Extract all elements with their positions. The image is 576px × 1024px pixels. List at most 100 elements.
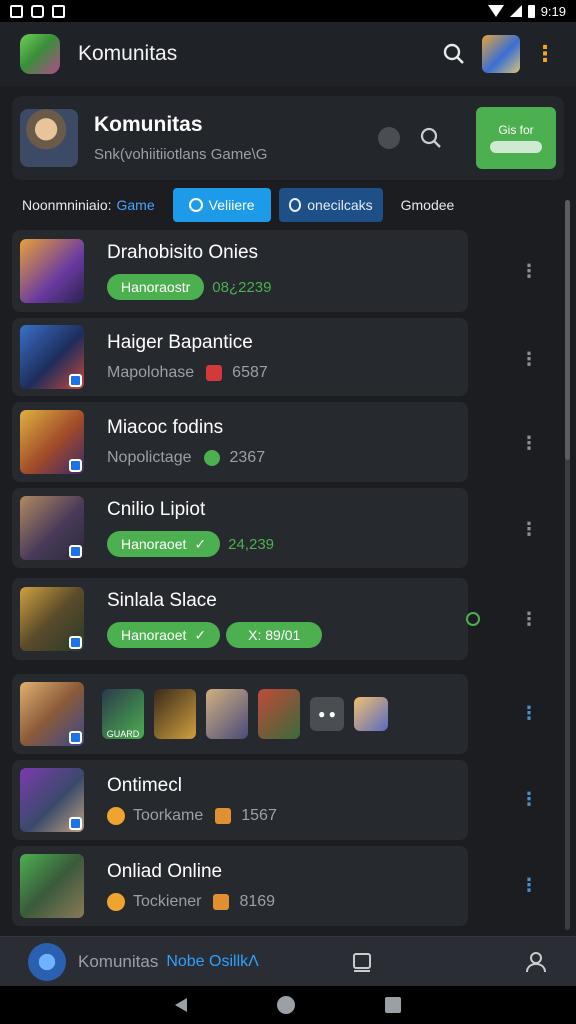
gem-icon: [215, 808, 232, 824]
item-menu-icon[interactable]: ⋮: [520, 520, 538, 538]
game-mini-thumb[interactable]: [206, 689, 248, 739]
game-thumbnail: [20, 854, 84, 918]
tab-veliiere-label: Veliiere: [208, 197, 255, 213]
item-title: Cnilio Lipiot: [107, 499, 206, 520]
search-icon: [188, 198, 203, 212]
badge-icon: [69, 545, 82, 558]
dice-icon: [206, 365, 223, 381]
tab-label-highlight: Game: [116, 197, 155, 213]
tab-veliiere[interactable]: Veliiere: [172, 188, 271, 222]
search-icon[interactable]: [436, 36, 472, 72]
item-menu-icon[interactable]: ⋮: [520, 350, 538, 368]
home-icon[interactable]: [277, 996, 295, 1014]
mini-thumb-label: GUARD: [106, 729, 140, 739]
battery-icon: [527, 4, 535, 18]
list-item[interactable]: Sinlala Slace Hanoraoet ✓ X: 89/01 ⋮: [12, 578, 538, 660]
check-icon: [203, 450, 220, 466]
game-thumbnail: [20, 587, 84, 651]
filter-tabs: Noonmniniaio: Game Veliiere onecilcaks G…: [12, 186, 564, 224]
recent-apps-icon[interactable]: [385, 997, 401, 1013]
list-item[interactable]: Ontimecl Toorkame 1567 ⋮: [12, 760, 538, 840]
item-meta: Toorkame: [133, 807, 204, 824]
scroll-thumb[interactable]: [565, 200, 570, 460]
game-mini-thumb[interactable]: GUARD: [102, 689, 144, 739]
gem-icon: [213, 894, 230, 910]
item-title: Haiger Bapantice: [107, 332, 253, 353]
item-menu-icon[interactable]: ⋮: [520, 790, 538, 808]
item-count: 1567: [241, 807, 277, 824]
item-menu-icon[interactable]: ⋮: [520, 876, 538, 894]
notification-icon: [10, 4, 23, 18]
tab-community-game[interactable]: Noonmniniaio: Game: [12, 188, 165, 222]
game-thumbnail: [20, 410, 84, 474]
badge-icon: [69, 374, 82, 387]
signal-icon: [509, 5, 522, 17]
tab-onecilcaks[interactable]: onecilcaks: [278, 188, 383, 222]
community-search-icon[interactable]: [416, 123, 446, 153]
score-pill[interactable]: X: 89/01: [226, 622, 323, 648]
item-title: Drahobisito Onies: [107, 242, 259, 263]
item-meta: Tockiener: [133, 893, 202, 910]
game-thumbnail: [20, 496, 84, 560]
tab-gmodee-label: Gmodee: [400, 197, 455, 213]
back-icon[interactable]: [175, 998, 187, 1012]
app-notification-icon: [31, 4, 44, 18]
coin-icon: [107, 807, 125, 825]
item-menu-icon[interactable]: ⋮: [520, 610, 538, 628]
community-subtitle: Snk(vohiitiiotlans Game\G: [94, 146, 268, 163]
status-pill[interactable]: Hanoraostr: [107, 274, 205, 300]
bottom-nav: Komunitas Nobe OsillkΛ: [0, 936, 576, 986]
item-title: Miacoc fodins: [107, 417, 224, 438]
profile-avatar[interactable]: [482, 35, 520, 73]
game-mini-thumb[interactable]: [154, 689, 196, 739]
list-item[interactable]: Miacoc fodins Nopolictage 2367 ⋮: [12, 402, 538, 482]
badge-icon: [69, 636, 82, 649]
list-item[interactable]: Haiger Bapantice Mapolohase 6587 ⋮: [12, 318, 538, 396]
item-menu-icon[interactable]: ⋮: [520, 434, 538, 452]
item-meta: Mapolohase: [107, 364, 195, 381]
join-community-button[interactable]: Gis for: [476, 107, 556, 169]
profile-icon[interactable]: [524, 950, 548, 974]
item-menu-icon[interactable]: ⋮: [520, 704, 538, 722]
clock: 9:19: [540, 3, 566, 19]
status-pill[interactable]: Hanoraoet ✓: [107, 622, 221, 648]
game-thumbnail: [20, 768, 84, 832]
tablet-icon[interactable]: [350, 950, 374, 974]
status-pill-label: Hanoraoet: [121, 627, 187, 643]
status-pill[interactable]: Hanoraoet ✓: [107, 531, 221, 557]
item-count: 2367: [229, 449, 266, 466]
community-logo-icon[interactable]: [28, 942, 66, 981]
join-toggle-icon: [490, 141, 542, 153]
bottom-nav-label[interactable]: Komunitas: [78, 952, 158, 972]
badge-icon: [69, 731, 82, 744]
game-thumbnail: [20, 239, 84, 303]
item-count: 8169: [239, 893, 276, 910]
check-icon: ✓: [194, 626, 207, 643]
app-title: Komunitas: [78, 42, 178, 65]
list-item[interactable]: Drahobisito Onies Hanoraostr 08¿2239 ⋮: [12, 230, 538, 312]
tab-label-prefix: Noonmniniaio:: [22, 197, 112, 213]
chat-icon[interactable]: ● ●: [310, 697, 344, 731]
list-item[interactable]: GUARD ● ● ⋮: [12, 674, 538, 754]
bottom-nav-link[interactable]: Nobe OsillkΛ: [166, 953, 259, 971]
game-thumbnail: [20, 682, 84, 746]
item-menu-icon[interactable]: ⋮: [520, 262, 538, 280]
community-header-card: Komunitas Snk(vohiitiiotlans Game\G Gis …: [12, 96, 564, 180]
list-item[interactable]: Cnilio Lipiot Hanoraoet ✓ 24,239 ⋮: [12, 488, 538, 568]
tab-onecilcaks-label: onecilcaks: [307, 197, 373, 213]
item-count: 6587: [232, 364, 268, 381]
scrollbar[interactable]: [565, 200, 570, 930]
more-options-icon[interactable]: ⋮: [534, 43, 556, 65]
badge-icon: [69, 817, 82, 830]
item-title: Onliad Online: [107, 861, 223, 882]
community-title: Komunitas: [94, 113, 203, 136]
coin-icon: [107, 893, 125, 911]
game-thumbnails-row: GUARD ● ●: [102, 689, 388, 739]
list-item[interactable]: Onliad Online Tockiener 8169 ⋮: [12, 846, 538, 926]
item-title: Ontimecl: [107, 775, 182, 796]
tab-gmodee[interactable]: Gmodee: [391, 188, 465, 222]
game-logo-icon[interactable]: [20, 34, 60, 74]
game-mini-thumb[interactable]: [354, 697, 388, 731]
community-avatar: [20, 109, 78, 167]
game-mini-thumb[interactable]: [258, 689, 300, 739]
